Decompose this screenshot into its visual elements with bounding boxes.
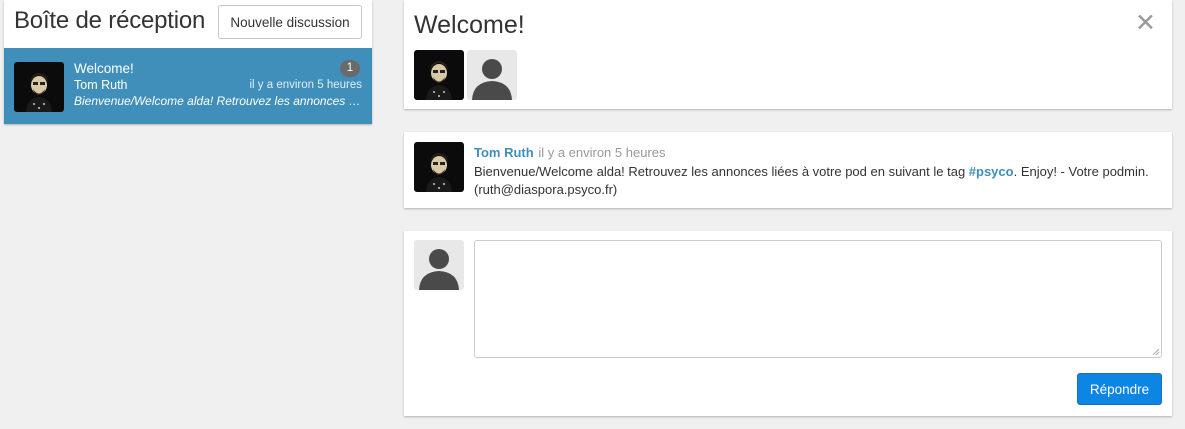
message-timestamp: il y a environ 5 heures <box>538 145 666 160</box>
new-conversation-button[interactable]: Nouvelle discussion <box>218 5 362 39</box>
message-author-avatar[interactable] <box>414 142 464 192</box>
conversation-snippet: Bienvenue/Welcome alda! Retrouvez les an… <box>74 94 362 108</box>
hashtag-link[interactable]: #psyco <box>969 164 1014 179</box>
participant-avatar-default[interactable] <box>467 50 517 100</box>
message-body: Bienvenue/Welcome alda! Retrouvez les an… <box>474 163 1166 199</box>
close-icon[interactable]: ✕ <box>1135 10 1156 36</box>
reply-textarea[interactable] <box>474 240 1162 358</box>
message-author-link[interactable]: Tom Ruth <box>474 145 534 160</box>
conversation-list-item[interactable]: Welcome! 1 Tom Ruth il y a environ 5 heu… <box>4 48 372 124</box>
message-panel: Tom Ruth il y a environ 5 heures Bienven… <box>404 132 1172 208</box>
conversation-subject: Welcome! <box>74 61 134 76</box>
message-text-before-tag: Bienvenue/Welcome alda! Retrouvez les an… <box>474 164 969 179</box>
user-photo-avatar <box>14 62 64 112</box>
current-user-avatar <box>414 240 464 290</box>
message-header: Tom Ruth il y a environ 5 heures <box>474 145 666 160</box>
conversation-title: Welcome! <box>414 11 525 39</box>
reply-panel: Répondre <box>404 231 1172 416</box>
inbox-panel: Boîte de réception Nouvelle discussion W… <box>4 0 372 124</box>
reply-button[interactable]: Répondre <box>1077 373 1162 405</box>
unread-count-badge: 1 <box>340 60 360 77</box>
conversation-author: Tom Ruth <box>74 78 128 92</box>
resize-grip-icon[interactable] <box>1151 347 1160 356</box>
participant-avatar-photo[interactable] <box>414 50 464 100</box>
inbox-title: Boîte de réception <box>14 7 206 34</box>
conversation-timestamp: il y a environ 5 heures <box>249 79 362 91</box>
inbox-header: Boîte de réception Nouvelle discussion <box>4 0 372 48</box>
conversation-header-panel: Welcome! ✕ <box>404 0 1172 109</box>
